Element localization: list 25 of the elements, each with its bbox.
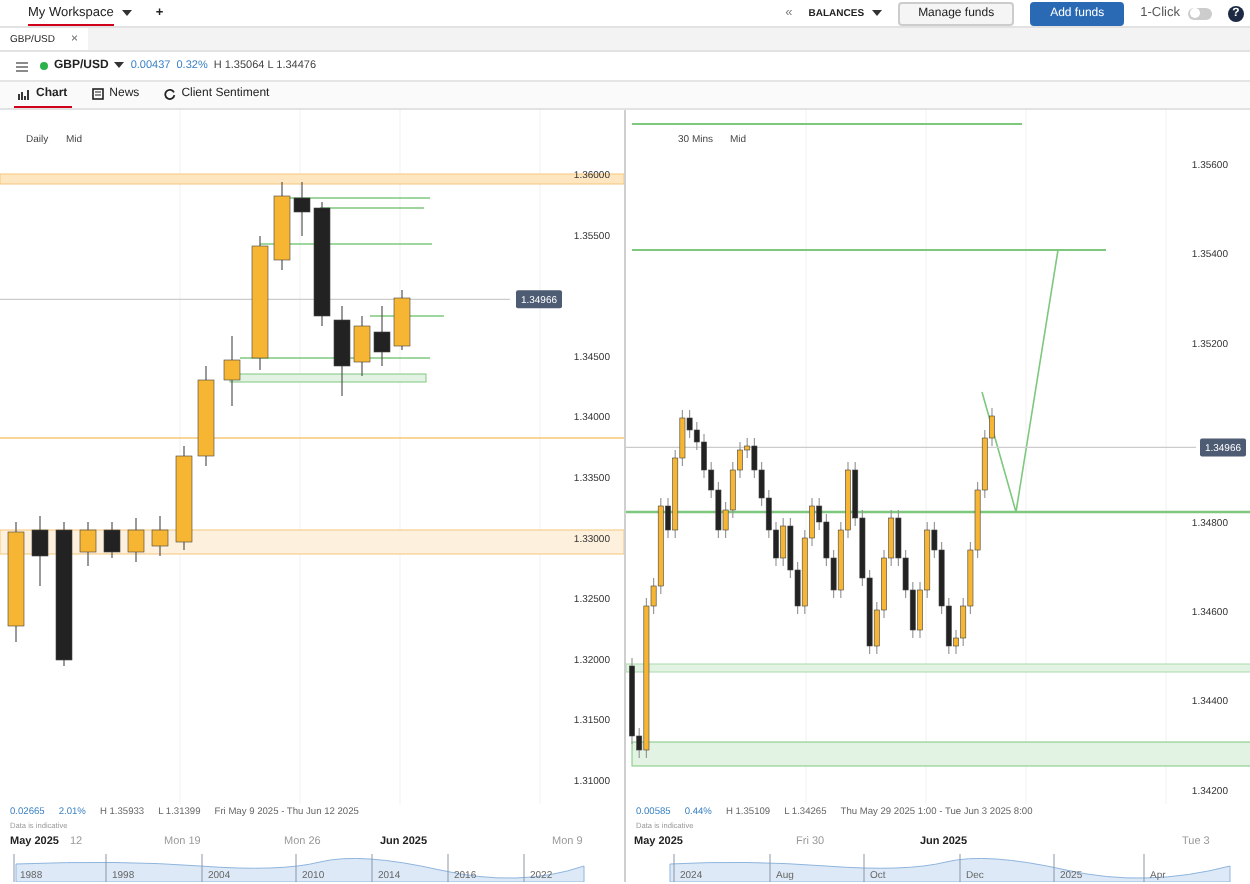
- candle: [251, 235, 269, 371]
- projection-line[interactable]: [981, 249, 1059, 513]
- candle: [103, 521, 121, 559]
- candle: [7, 521, 25, 643]
- trend-line[interactable]: [239, 357, 431, 359]
- candle: [373, 305, 391, 367]
- candle: [151, 515, 169, 557]
- status-dot: [40, 62, 48, 70]
- caret-icon[interactable]: [872, 9, 883, 17]
- candle: [197, 365, 215, 467]
- candle: [223, 335, 241, 407]
- demand-zone[interactable]: [229, 373, 427, 383]
- chart-icon: [18, 89, 30, 99]
- candle: [79, 521, 97, 567]
- caret-icon[interactable]: [121, 9, 132, 17]
- candle: [127, 517, 145, 563]
- level-line[interactable]: [626, 510, 1250, 514]
- newspaper-icon: [91, 88, 104, 100]
- one-click-toggle[interactable]: [1188, 7, 1212, 19]
- refresh-icon: [163, 88, 176, 100]
- candle: [31, 515, 49, 587]
- candle: [175, 445, 193, 551]
- candle: [393, 289, 411, 351]
- caret-icon[interactable]: [114, 62, 125, 70]
- menu-icon[interactable]: [16, 61, 28, 71]
